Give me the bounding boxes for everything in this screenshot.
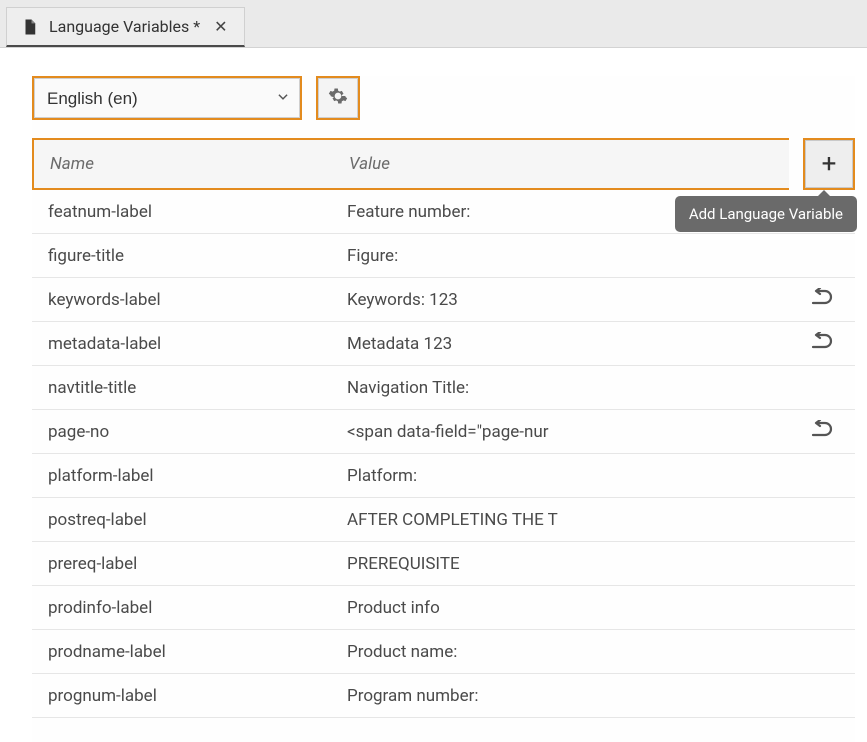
plus-icon: + — [822, 149, 837, 179]
add-variable-button[interactable]: + — [805, 140, 853, 188]
tab-bar: Language Variables * ✕ — [0, 0, 867, 48]
variable-value[interactable]: PREREQUISITE — [347, 554, 805, 574]
variable-value[interactable]: Platform: — [347, 466, 805, 486]
variable-name: postreq-label — [32, 510, 347, 530]
variable-value[interactable]: Program number: — [347, 686, 805, 706]
settings-button[interactable] — [318, 78, 358, 118]
table-row[interactable]: prognum-labelProgram number: — [32, 674, 855, 718]
undo-cell — [805, 332, 839, 356]
table-row[interactable]: prodinfo-labelProduct info — [32, 586, 855, 630]
variable-name: metadata-label — [32, 334, 347, 354]
variable-name: navtitle-title — [32, 378, 347, 398]
undo-cell — [805, 288, 839, 312]
close-icon[interactable]: ✕ — [210, 15, 231, 38]
tab-title: Language Variables * — [49, 17, 200, 36]
content-area: English (en) — [0, 48, 867, 742]
variable-value[interactable]: Product info — [347, 598, 805, 618]
variable-name: featnum-label — [32, 202, 347, 222]
table-row[interactable]: featnum-labelFeature number: — [32, 190, 855, 234]
variable-value[interactable]: Figure: — [347, 246, 805, 266]
variable-value[interactable]: <span data-field="page-nur — [347, 422, 805, 442]
table-row[interactable]: metadata-labelMetadata 123 — [32, 322, 855, 366]
table-header: Name Value — [34, 140, 789, 188]
variable-name: prodinfo-label — [32, 598, 347, 618]
variable-name: prognum-label — [32, 686, 347, 706]
variable-value[interactable]: Product name: — [347, 642, 805, 662]
variable-name: prodname-label — [32, 642, 347, 662]
variable-value[interactable]: Feature number: — [347, 202, 805, 222]
app-container: Language Variables * ✕ English (en) — [0, 0, 867, 742]
variable-name: figure-title — [32, 246, 347, 266]
undo-icon[interactable] — [810, 288, 834, 312]
variable-name: keywords-label — [32, 290, 347, 310]
variable-name: page-no — [32, 422, 347, 442]
variable-name: platform-label — [32, 466, 347, 486]
table-row[interactable]: page-no<span data-field="page-nur — [32, 410, 855, 454]
column-header-value: Value — [349, 154, 789, 174]
variable-value[interactable]: Metadata 123 — [347, 334, 805, 354]
gear-highlight — [316, 76, 360, 120]
language-select[interactable]: English (en) — [34, 78, 300, 118]
document-icon — [21, 18, 39, 36]
gear-icon — [328, 86, 348, 110]
variable-name: prereq-label — [32, 554, 347, 574]
variable-value[interactable]: AFTER COMPLETING THE T — [347, 510, 805, 530]
table-body[interactable]: featnum-labelFeature number:figure-title… — [32, 190, 855, 720]
undo-icon[interactable] — [810, 420, 834, 444]
undo-cell — [805, 420, 839, 444]
table-row[interactable]: figure-titleFigure: — [32, 234, 855, 278]
tab-language-variables[interactable]: Language Variables * ✕ — [6, 7, 245, 47]
table-row[interactable]: navtitle-titleNavigation Title: — [32, 366, 855, 410]
table-row[interactable]: postreq-labelAFTER COMPLETING THE T — [32, 498, 855, 542]
column-header-name: Name — [34, 154, 349, 174]
toolbar: English (en) — [32, 76, 855, 120]
table-row[interactable]: prodname-labelProduct name: — [32, 630, 855, 674]
table-row[interactable]: prereq-labelPREREQUISITE — [32, 542, 855, 586]
language-select-highlight: English (en) — [32, 76, 302, 120]
undo-icon[interactable] — [810, 332, 834, 356]
variable-value[interactable]: Keywords: 123 — [347, 290, 805, 310]
table-row[interactable]: keywords-labelKeywords: 123 — [32, 278, 855, 322]
variable-value[interactable]: Navigation Title: — [347, 378, 805, 398]
table-row[interactable]: platform-labelPlatform: — [32, 454, 855, 498]
add-button-highlight: + Add Language Variable — [803, 138, 855, 190]
